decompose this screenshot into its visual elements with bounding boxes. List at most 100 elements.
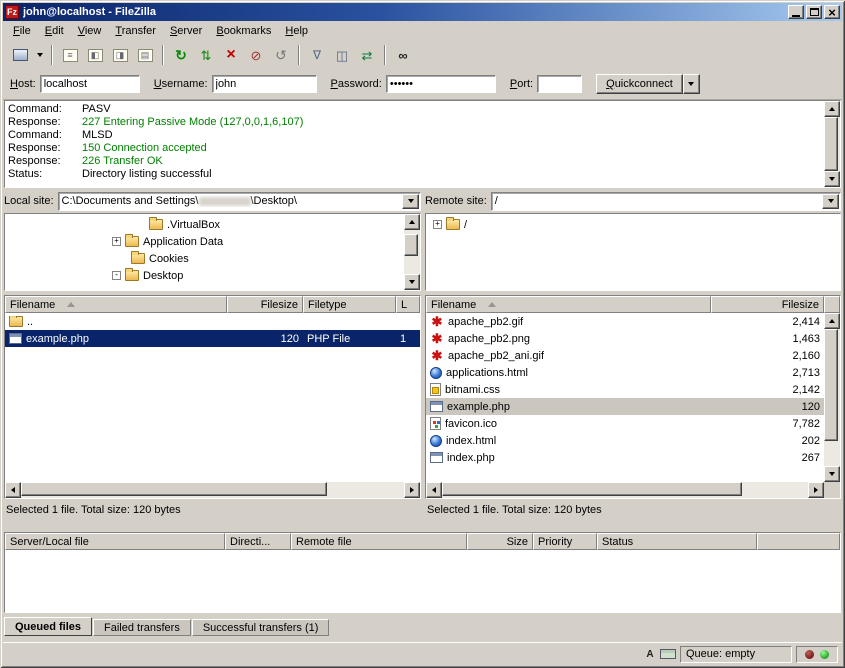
close-button[interactable] <box>824 5 840 19</box>
parent-directory-row[interactable]: .. <box>5 313 420 330</box>
tab-queued-files[interactable]: Queued files <box>4 617 92 636</box>
toggle-queue-button[interactable]: ▤ <box>133 44 157 66</box>
remote-list-scrollbar[interactable] <box>824 313 840 482</box>
collapse-icon[interactable]: - <box>112 271 121 280</box>
scroll-right-button[interactable] <box>808 482 824 498</box>
directory-comparison-button[interactable]: ◫ <box>330 44 354 66</box>
local-tree-scrollbar[interactable] <box>404 214 420 290</box>
file-row-selected[interactable]: example.php 120 PHP File 1 <box>5 330 420 347</box>
file-row[interactable]: apache_pb2.gif 2,414 <box>426 313 824 330</box>
filename-column-header[interactable]: Filename <box>5 296 227 313</box>
remote-site-dropdown-button[interactable] <box>822 194 839 209</box>
toggle-local-tree-button[interactable]: ◧ <box>83 44 107 66</box>
file-row[interactable]: index.php 267 <box>426 449 824 466</box>
scrollbar-track[interactable] <box>442 482 808 498</box>
menu-file[interactable]: File <box>6 23 38 39</box>
port-input[interactable] <box>537 75 582 93</box>
folder-icon <box>125 236 139 247</box>
expand-icon[interactable]: + <box>112 237 121 246</box>
expand-icon[interactable]: + <box>433 220 442 229</box>
minimize-button[interactable] <box>788 5 804 19</box>
column-label: Priority <box>538 536 572 548</box>
scrollbar-track[interactable] <box>824 329 840 466</box>
scroll-up-button[interactable] <box>404 214 420 230</box>
password-input[interactable] <box>386 75 496 93</box>
site-manager-dropdown-button[interactable] <box>33 44 46 66</box>
scrollbar-thumb[interactable] <box>404 234 418 256</box>
site-manager-button[interactable] <box>8 44 32 66</box>
process-queue-button[interactable]: ⇅ <box>194 44 218 66</box>
find-files-button[interactable]: ∞ <box>391 44 415 66</box>
queue-status-text: Queue: empty <box>686 648 755 660</box>
tree-item[interactable]: -Desktop <box>5 267 404 284</box>
quickconnect-dropdown-button[interactable] <box>683 74 700 94</box>
remote-file-column-header[interactable]: Remote file <box>291 533 467 550</box>
file-row[interactable]: index.html 202 <box>426 432 824 449</box>
size-column-header[interactable]: Size <box>467 533 533 550</box>
synchronized-browsing-button[interactable]: ⇄ <box>355 44 379 66</box>
scroll-right-button[interactable] <box>404 482 420 498</box>
filesize-column-header[interactable]: Filesize <box>227 296 303 313</box>
toggle-remote-tree-button[interactable]: ◨ <box>108 44 132 66</box>
scroll-left-button[interactable] <box>426 482 442 498</box>
cancel-operation-button[interactable]: × <box>219 44 243 66</box>
remote-site-combo[interactable]: / <box>491 192 841 211</box>
disconnect-button[interactable]: ⊘ <box>244 44 268 66</box>
host-input[interactable] <box>40 75 140 93</box>
file-row[interactable]: apache_pb2_ani.gif 2,160 <box>426 347 824 364</box>
menu-help[interactable]: Help <box>278 23 315 39</box>
scrollbar-track[interactable] <box>21 482 404 498</box>
filter-button[interactable]: ∇ <box>305 44 329 66</box>
column-label: Server/Local file <box>10 536 89 548</box>
lastmodified-column-header[interactable]: L <box>396 296 420 313</box>
file-row[interactable]: applications.html 2,713 <box>426 364 824 381</box>
file-row[interactable]: favicon.ico 7,782 <box>426 415 824 432</box>
scroll-down-button[interactable] <box>824 466 840 482</box>
local-list-hscrollbar[interactable] <box>5 482 420 498</box>
username-input[interactable] <box>212 75 317 93</box>
scrollbar-thumb[interactable] <box>21 482 327 496</box>
filesize-column-header[interactable]: Filesize <box>711 296 824 313</box>
tree-item[interactable]: .VirtualBox <box>5 216 404 233</box>
file-row[interactable]: bitnami.css 2,142 <box>426 381 824 398</box>
filename-column-header[interactable]: Filename <box>426 296 711 313</box>
maximize-button[interactable] <box>806 5 822 19</box>
scrollbar-thumb[interactable] <box>442 482 742 496</box>
tree-item-label: Cookies <box>149 253 189 265</box>
tree-item[interactable]: +Application Data <box>5 233 404 250</box>
file-row[interactable]: apache_pb2.png 1,463 <box>426 330 824 347</box>
tab-failed-transfers[interactable]: Failed transfers <box>93 619 191 636</box>
filetype-column-header[interactable]: Filetype <box>303 296 396 313</box>
reconnect-button[interactable]: ↺ <box>269 44 293 66</box>
log-scrollbar[interactable] <box>824 101 840 187</box>
menu-view[interactable]: View <box>71 23 109 39</box>
status-column-header[interactable]: Status <box>597 533 757 550</box>
remote-list-hscrollbar[interactable] <box>426 482 840 498</box>
tree-item[interactable]: +/ <box>426 216 840 233</box>
scroll-down-button[interactable] <box>404 274 420 290</box>
menu-edit[interactable]: Edit <box>38 23 71 39</box>
tab-successful-transfers[interactable]: Successful transfers (1) <box>192 619 330 636</box>
scroll-up-button[interactable] <box>824 101 840 117</box>
menu-transfer[interactable]: Transfer <box>108 23 163 39</box>
scrollbar-track[interactable] <box>404 230 420 274</box>
tree-item[interactable]: Cookies <box>5 250 404 267</box>
local-site-combo[interactable]: C:\Documents and Settings\\Desktop\ <box>58 192 421 211</box>
menu-server[interactable]: Server <box>163 23 209 39</box>
scroll-down-button[interactable] <box>824 171 840 187</box>
priority-column-header[interactable]: Priority <box>533 533 597 550</box>
direction-column-header[interactable]: Directi... <box>225 533 291 550</box>
quickconnect-button[interactable]: Quickconnect <box>596 74 683 94</box>
queue-list-empty[interactable] <box>5 550 840 612</box>
server-local-file-column-header[interactable]: Server/Local file <box>5 533 225 550</box>
menu-bookmarks[interactable]: Bookmarks <box>209 23 278 39</box>
toggle-message-log-button[interactable]: ≡ <box>58 44 82 66</box>
file-row-selected[interactable]: example.php 120 <box>426 398 824 415</box>
scroll-up-button[interactable] <box>824 313 840 329</box>
scrollbar-thumb[interactable] <box>824 117 838 171</box>
scroll-left-button[interactable] <box>5 482 21 498</box>
refresh-button[interactable]: ↻ <box>169 44 193 66</box>
local-site-dropdown-button[interactable] <box>402 194 419 209</box>
scrollbar-thumb[interactable] <box>824 329 838 441</box>
scrollbar-track[interactable] <box>824 117 840 171</box>
